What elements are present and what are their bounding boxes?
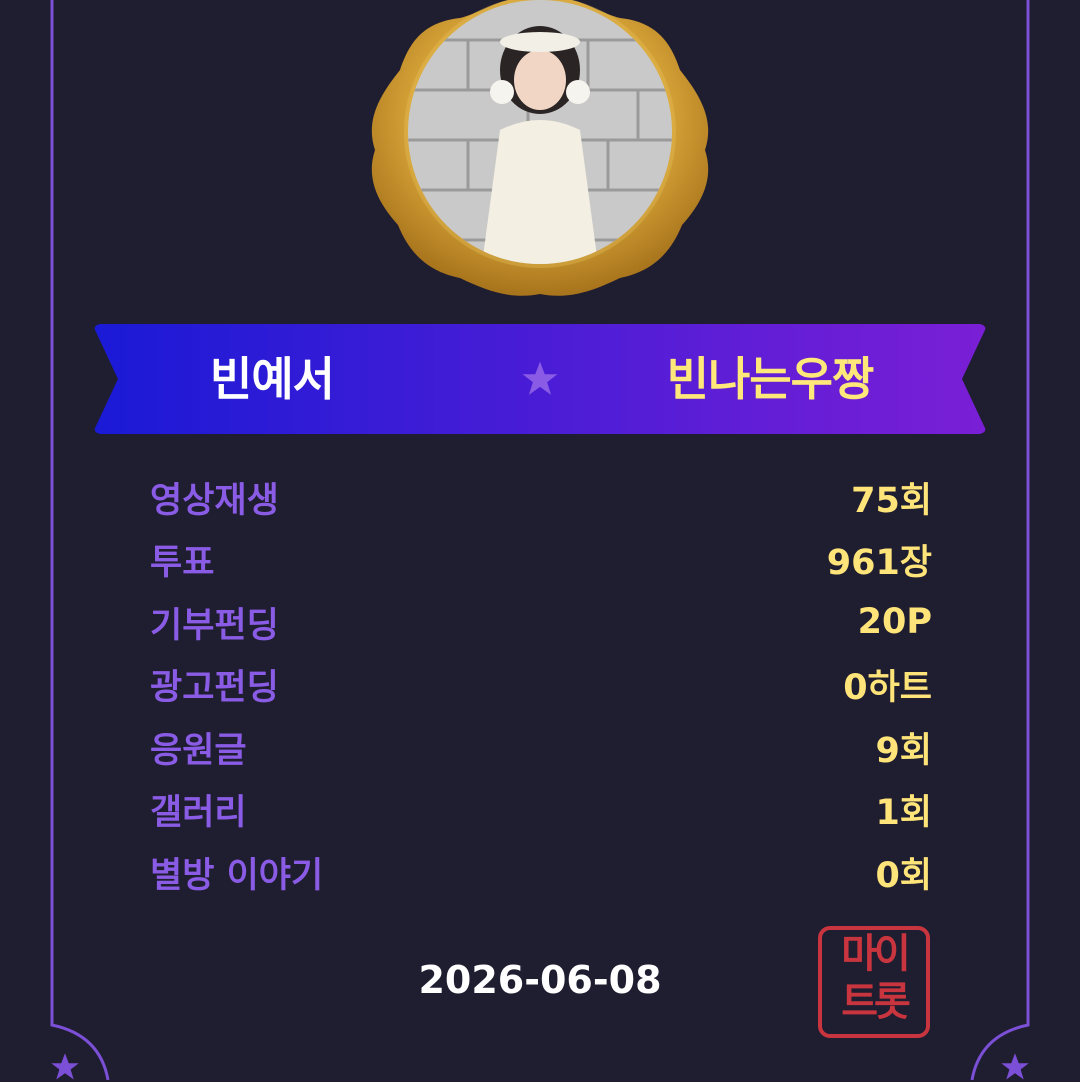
banner-left-name: 빈예서 <box>210 352 335 406</box>
stat-value: 75회 <box>851 480 932 521</box>
corner-star-right-icon <box>1001 1053 1029 1080</box>
banner-right-name: 빈나는우짱 <box>666 352 875 406</box>
stat-row-votes: 투표 961장 <box>150 529 932 592</box>
mytrot-stamp-logo: 마이 트롯 <box>818 926 930 1038</box>
stat-value: 1회 <box>875 793 932 834</box>
stat-label: 투표 <box>150 543 215 584</box>
stat-label: 응원글 <box>150 730 247 771</box>
stat-label: 광고펀딩 <box>150 668 279 709</box>
stat-value: 9회 <box>875 730 932 771</box>
star-icon <box>522 361 558 395</box>
stat-value: 961장 <box>826 543 932 584</box>
certificate-date: 2026-06-08 <box>418 958 662 1002</box>
stat-row-cheer-posts: 응원글 9회 <box>150 716 932 779</box>
stat-row-video-plays: 영상재생 75회 <box>150 466 932 529</box>
stats-list: 영상재생 75회 투표 961장 기부펀딩 20P 광고펀딩 0하트 응원글 9… <box>150 466 932 904</box>
stat-label: 갤러리 <box>150 793 247 834</box>
stat-value: 20P <box>857 602 932 643</box>
stat-label: 별방 이야기 <box>150 855 324 896</box>
stat-value: 0하트 <box>843 668 932 709</box>
stat-label: 기부펀딩 <box>150 605 279 646</box>
stat-label: 영상재생 <box>150 480 279 521</box>
stat-row-star-room-story: 별방 이야기 0회 <box>150 841 932 904</box>
stat-row-ad-funding: 광고펀딩 0하트 <box>150 654 932 717</box>
stat-row-gallery: 갤러리 1회 <box>150 779 932 842</box>
stamp-line-1: 마이 <box>841 931 911 977</box>
corner-star-left-icon <box>51 1053 79 1080</box>
stamp-line-2: 트롯 <box>841 979 911 1025</box>
stat-value: 0회 <box>875 855 932 896</box>
profile-photo <box>408 0 672 264</box>
stat-row-donation-funding: 기부펀딩 20P <box>150 591 932 654</box>
